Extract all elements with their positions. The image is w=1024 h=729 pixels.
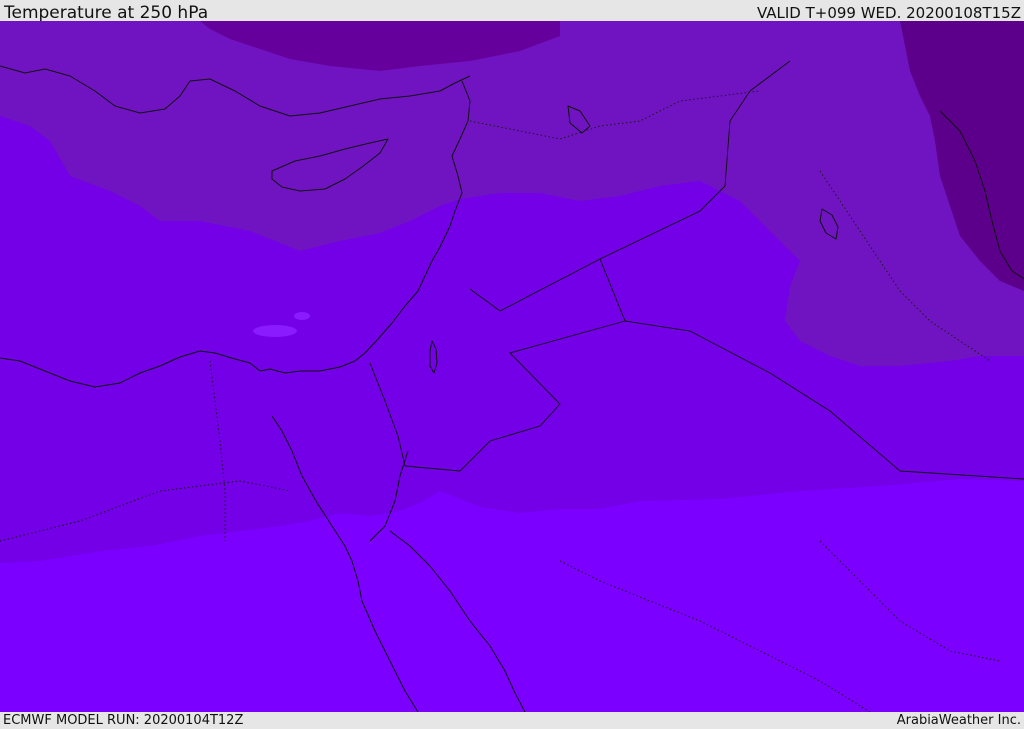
model-run-label: ECMWF MODEL RUN: 20200104T12Z <box>3 713 244 728</box>
map-area[interactable] <box>0 21 1024 712</box>
credit-label: ArabiaWeather Inc. <box>896 713 1021 728</box>
weather-map-frame: Temperature at 250 hPa VALID T+099 WED. … <box>0 0 1024 729</box>
warm-patch <box>253 325 297 337</box>
map-canvas <box>0 21 1024 712</box>
header-bar: Temperature at 250 hPa VALID T+099 WED. … <box>0 0 1024 23</box>
footer-bar: ECMWF MODEL RUN: 20200104T12Z ArabiaWeat… <box>0 712 1024 729</box>
valid-time-label: VALID T+099 WED. 20200108T15Z <box>756 4 1021 22</box>
map-title: Temperature at 250 hPa <box>4 3 209 23</box>
warm-patch <box>294 312 310 320</box>
